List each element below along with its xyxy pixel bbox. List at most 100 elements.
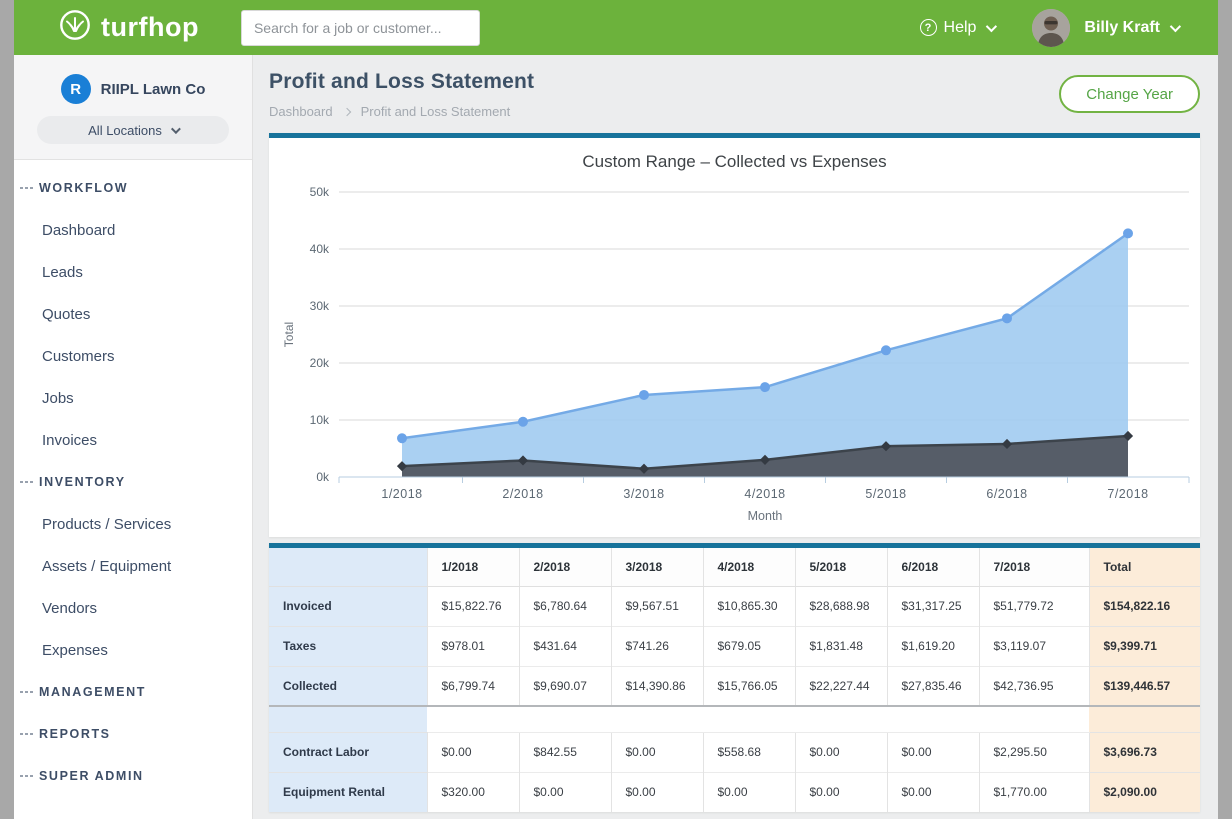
- total-cell: $3,696.73: [1089, 732, 1200, 772]
- value-cell: $1,770.00: [979, 772, 1089, 812]
- collected-point[interactable]: [1002, 313, 1012, 323]
- column-header: 7/2018: [979, 548, 1089, 586]
- user-avatar[interactable]: [1032, 9, 1070, 47]
- column-header: 6/2018: [887, 548, 979, 586]
- value-cell: $31,317.25: [887, 586, 979, 626]
- y-tick-label: 20k: [310, 356, 330, 370]
- chart-card: Custom Range – Collected vs Expenses 0k1…: [269, 133, 1200, 537]
- total-cell: $9,399.71: [1089, 626, 1200, 666]
- location-filter-dropdown[interactable]: All Locations: [37, 116, 229, 144]
- nav-label: Assets / Equipment: [42, 558, 171, 575]
- y-tick-label: 30k: [310, 299, 330, 313]
- column-header: 4/2018: [703, 548, 795, 586]
- table-row: Invoiced$15,822.76$6,780.64$9,567.51$10,…: [269, 586, 1200, 626]
- value-cell: $1,619.20: [887, 626, 979, 666]
- value-cell: $0.00: [519, 772, 611, 812]
- sidebar-item-vendors[interactable]: Vendors: [14, 587, 252, 629]
- value-cell: $558.68: [703, 732, 795, 772]
- value-cell: $1,831.48: [795, 626, 887, 666]
- help-label: Help: [944, 19, 977, 37]
- value-cell: $6,799.74: [427, 666, 519, 706]
- row-label: Collected: [269, 666, 427, 706]
- sidebar: R RIIPL Lawn Co All Locations WORKFLOW Da…: [14, 55, 253, 819]
- y-tick-label: 10k: [310, 413, 330, 427]
- collected-vs-expenses-chart: 0k10k20k30k40k50k1/20182/20183/20184/201…: [269, 172, 1196, 537]
- value-cell: $679.05: [703, 626, 795, 666]
- table-row: Taxes$978.01$431.64$741.26$679.05$1,831.…: [269, 626, 1200, 666]
- value-cell: $10,865.30: [703, 586, 795, 626]
- collected-point[interactable]: [760, 382, 770, 392]
- user-name[interactable]: Billy Kraft: [1084, 19, 1160, 37]
- y-axis-title: Total: [282, 322, 296, 347]
- window-scrollbar-right: [1218, 0, 1232, 819]
- value-cell: $42,736.95: [979, 666, 1089, 706]
- sidebar-item-quotes[interactable]: Quotes: [14, 293, 252, 335]
- x-tick-label: 1/2018: [381, 487, 422, 501]
- total-cell: $154,822.16: [1089, 586, 1200, 626]
- breadcrumb-dashboard[interactable]: Dashboard: [269, 104, 333, 119]
- search-input[interactable]: [241, 10, 480, 46]
- section-dashes-icon: [20, 691, 34, 693]
- chevron-down-icon: [171, 124, 181, 134]
- breadcrumb-current: Profit and Loss Statement: [361, 104, 511, 119]
- sidebar-section-management[interactable]: MANAGEMENT: [14, 671, 252, 713]
- chevron-down-icon[interactable]: [1170, 20, 1181, 31]
- column-header: 5/2018: [795, 548, 887, 586]
- row-label-cell: [269, 706, 427, 732]
- value-cell: $51,779.72: [979, 586, 1089, 626]
- section-dashes-icon: [20, 187, 34, 189]
- collected-point[interactable]: [639, 390, 649, 400]
- value-cell: $9,690.07: [519, 666, 611, 706]
- x-axis-title: Month: [748, 509, 783, 523]
- collected-point[interactable]: [1123, 228, 1133, 238]
- nav-label: Dashboard: [42, 222, 115, 239]
- x-tick-label: 2/2018: [502, 487, 543, 501]
- collected-point[interactable]: [518, 417, 528, 427]
- sidebar-item-customers[interactable]: Customers: [14, 335, 252, 377]
- nav-label: REPORTS: [39, 727, 111, 741]
- column-header: 1/2018: [427, 548, 519, 586]
- x-tick-label: 5/2018: [865, 487, 906, 501]
- sidebar-item-products-services[interactable]: Products / Services: [14, 503, 252, 545]
- collected-point[interactable]: [881, 345, 891, 355]
- sidebar-item-jobs[interactable]: Jobs: [14, 377, 252, 419]
- value-cell: $2,295.50: [979, 732, 1089, 772]
- value-cell: $842.55: [519, 732, 611, 772]
- sidebar-item-invoices[interactable]: Invoices: [14, 419, 252, 461]
- sidebar-item-leads[interactable]: Leads: [14, 251, 252, 293]
- y-tick-label: 40k: [310, 242, 330, 256]
- column-header: Total: [1089, 548, 1200, 586]
- section-dashes-icon: [20, 775, 34, 777]
- sidebar-item-assets-equipment[interactable]: Assets / Equipment: [14, 545, 252, 587]
- y-tick-label: 50k: [310, 185, 330, 199]
- top-bar: turfhop ? Help Billy Kraft: [14, 0, 1218, 55]
- row-label: Equipment Rental: [269, 772, 427, 812]
- y-tick-label: 0k: [316, 470, 330, 484]
- sidebar-item-expenses[interactable]: Expenses: [14, 629, 252, 671]
- sidebar-item-dashboard[interactable]: Dashboard: [14, 209, 252, 251]
- brand-logo[interactable]: turfhop: [58, 8, 199, 47]
- value-cell: $978.01: [427, 626, 519, 666]
- sidebar-section-reports[interactable]: REPORTS: [14, 713, 252, 755]
- value-cell: $9,567.51: [611, 586, 703, 626]
- company-logo-badge: R: [61, 74, 91, 104]
- company-row: R RIIPL Lawn Co: [14, 74, 252, 104]
- row-label: Taxes: [269, 626, 427, 666]
- nav-label: Expenses: [42, 642, 108, 659]
- nav-label: WORKFLOW: [39, 181, 128, 195]
- total-cell: $2,090.00: [1089, 772, 1200, 812]
- help-menu[interactable]: ? Help: [920, 19, 995, 37]
- sidebar-section-workflow[interactable]: WORKFLOW: [14, 167, 252, 209]
- table-row: Equipment Rental$320.00$0.00$0.00$0.00$0…: [269, 772, 1200, 812]
- change-year-button[interactable]: Change Year: [1059, 75, 1200, 113]
- row-label: Invoiced: [269, 586, 427, 626]
- section-dashes-icon: [20, 481, 34, 483]
- collected-point[interactable]: [397, 433, 407, 443]
- column-header: 2/2018: [519, 548, 611, 586]
- sidebar-section-super-admin[interactable]: SUPER ADMIN: [14, 755, 252, 797]
- sidebar-section-inventory[interactable]: INVENTORY: [14, 461, 252, 503]
- nav-label: MANAGEMENT: [39, 685, 146, 699]
- collected-area: [402, 233, 1128, 477]
- value-cell: $741.26: [611, 626, 703, 666]
- value-cell: $15,822.76: [427, 586, 519, 626]
